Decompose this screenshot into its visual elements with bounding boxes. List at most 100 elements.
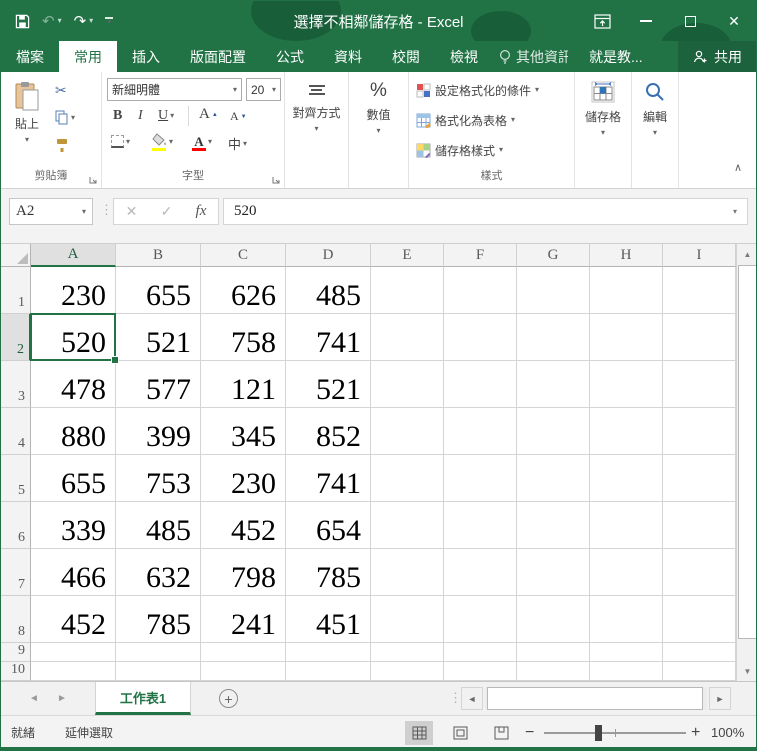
cell-E8[interactable]: [371, 596, 444, 643]
cell-E2[interactable]: [371, 314, 444, 361]
tab-insert[interactable]: 插入: [117, 41, 175, 72]
view-page-break-button[interactable]: [487, 721, 515, 745]
cell-I3[interactable]: [663, 361, 736, 408]
sheet-tab-worksheet1[interactable]: 工作表1: [95, 682, 191, 715]
cell-D4[interactable]: 852: [286, 408, 371, 455]
tab-view[interactable]: 檢視: [435, 41, 493, 72]
row-header-7[interactable]: 7: [1, 549, 31, 596]
row-header-1[interactable]: 1: [1, 267, 31, 314]
clipboard-dialog-launcher[interactable]: [88, 172, 98, 184]
cell-C9[interactable]: [201, 643, 286, 662]
cell-E3[interactable]: [371, 361, 444, 408]
row-header-10[interactable]: 10: [1, 662, 31, 681]
cell-G4[interactable]: [517, 408, 590, 455]
ribbon-group-alignment[interactable]: 對齊方式 ▾: [285, 72, 349, 188]
formula-input[interactable]: 520 ▾: [223, 198, 748, 225]
cell-I8[interactable]: [663, 596, 736, 643]
enter-button[interactable]: ✓: [161, 203, 173, 220]
undo-button[interactable]: ↶ ▾: [42, 12, 62, 30]
cell-C3[interactable]: 121: [201, 361, 286, 408]
grow-font-button[interactable]: A ▲: [199, 106, 218, 123]
cell-D3[interactable]: 521: [286, 361, 371, 408]
tab-file[interactable]: 檔案: [1, 41, 59, 72]
minimize-button[interactable]: [624, 1, 668, 41]
font-name-combo[interactable]: 新細明體 ▾: [107, 78, 242, 101]
cell-D10[interactable]: [286, 662, 371, 681]
cell-F8[interactable]: [444, 596, 517, 643]
row-header-2[interactable]: 2: [1, 314, 31, 361]
view-page-layout-button[interactable]: [446, 721, 474, 745]
cell-G6[interactable]: [517, 502, 590, 549]
formula-bar-splitter[interactable]: ⋮: [100, 202, 113, 218]
cell-H9[interactable]: [590, 643, 663, 662]
format-painter-button[interactable]: [55, 138, 69, 153]
cell-B4[interactable]: 399: [116, 408, 201, 455]
hscroll-left-button[interactable]: ◄: [461, 687, 483, 710]
cell-B8[interactable]: 785: [116, 596, 201, 643]
cell-H6[interactable]: [590, 502, 663, 549]
font-dialog-launcher[interactable]: [271, 172, 281, 184]
cell-C2[interactable]: 758: [201, 314, 286, 361]
select-all-button[interactable]: [1, 244, 31, 267]
cell-B10[interactable]: [116, 662, 201, 681]
phonetic-guide-button[interactable]: 中 ▾: [228, 134, 247, 153]
cell-A10[interactable]: [31, 662, 116, 681]
paste-button[interactable]: 貼上 ▾: [6, 77, 48, 161]
cell-C10[interactable]: [201, 662, 286, 681]
vertical-scrollbar[interactable]: ▲ ▼: [736, 244, 756, 681]
cancel-button[interactable]: ✕: [126, 203, 138, 220]
column-header-H[interactable]: H: [590, 244, 663, 267]
copy-button[interactable]: ▾: [55, 110, 75, 125]
cell-I5[interactable]: [663, 455, 736, 502]
cell-E9[interactable]: [371, 643, 444, 662]
tab-addin[interactable]: 就是教...: [574, 41, 658, 72]
cell-A1[interactable]: 230: [31, 267, 116, 314]
row-header-4[interactable]: 4: [1, 408, 31, 455]
cell-C4[interactable]: 345: [201, 408, 286, 455]
view-normal-button[interactable]: [405, 721, 433, 745]
column-header-G[interactable]: G: [517, 244, 590, 267]
italic-button[interactable]: I: [138, 108, 143, 124]
tell-me-box[interactable]: 其他資訊: [493, 41, 574, 72]
cell-H7[interactable]: [590, 549, 663, 596]
cell-G3[interactable]: [517, 361, 590, 408]
cell-I1[interactable]: [663, 267, 736, 314]
cell-G5[interactable]: [517, 455, 590, 502]
cell-I2[interactable]: [663, 314, 736, 361]
column-header-D[interactable]: D: [286, 244, 371, 267]
zoom-out-button[interactable]: −: [525, 716, 534, 749]
cell-G7[interactable]: [517, 549, 590, 596]
cell-C6[interactable]: 452: [201, 502, 286, 549]
underline-button[interactable]: U ▾: [158, 108, 174, 124]
cell-A6[interactable]: 339: [31, 502, 116, 549]
cell-E7[interactable]: [371, 549, 444, 596]
tab-page-layout[interactable]: 版面配置: [175, 41, 261, 72]
cell-C8[interactable]: 241: [201, 596, 286, 643]
cell-I10[interactable]: [663, 662, 736, 681]
formula-expand-caret-icon[interactable]: ▾: [733, 207, 737, 216]
shrink-font-button[interactable]: A ▼: [230, 109, 247, 124]
cell-H10[interactable]: [590, 662, 663, 681]
cell-E6[interactable]: [371, 502, 444, 549]
format-as-table-button[interactable]: 格式化為表格 ▾: [416, 110, 515, 130]
ribbon-group-number[interactable]: % 數值 ▾: [349, 72, 409, 188]
column-header-F[interactable]: F: [444, 244, 517, 267]
cell-B9[interactable]: [116, 643, 201, 662]
ribbon-display-options-button[interactable]: [580, 1, 624, 41]
horizontal-scrollbar-thumb[interactable]: [487, 687, 703, 710]
cell-styles-button[interactable]: 儲存格樣式 ▾: [416, 140, 503, 160]
cell-F7[interactable]: [444, 549, 517, 596]
ribbon-group-editing[interactable]: 編輯 ▾: [632, 72, 679, 188]
column-header-B[interactable]: B: [116, 244, 201, 267]
cell-H2[interactable]: [590, 314, 663, 361]
cell-D9[interactable]: [286, 643, 371, 662]
cell-G10[interactable]: [517, 662, 590, 681]
cell-A5[interactable]: 655: [31, 455, 116, 502]
ribbon-group-cells[interactable]: 儲存格 ▾: [575, 72, 632, 188]
tab-formulas[interactable]: 公式: [261, 41, 319, 72]
cell-A2[interactable]: 520: [30, 313, 119, 364]
cell-D2[interactable]: 741: [286, 314, 371, 361]
cell-A3[interactable]: 478: [31, 361, 116, 408]
share-button[interactable]: 共用: [678, 41, 756, 72]
cell-D6[interactable]: 654: [286, 502, 371, 549]
